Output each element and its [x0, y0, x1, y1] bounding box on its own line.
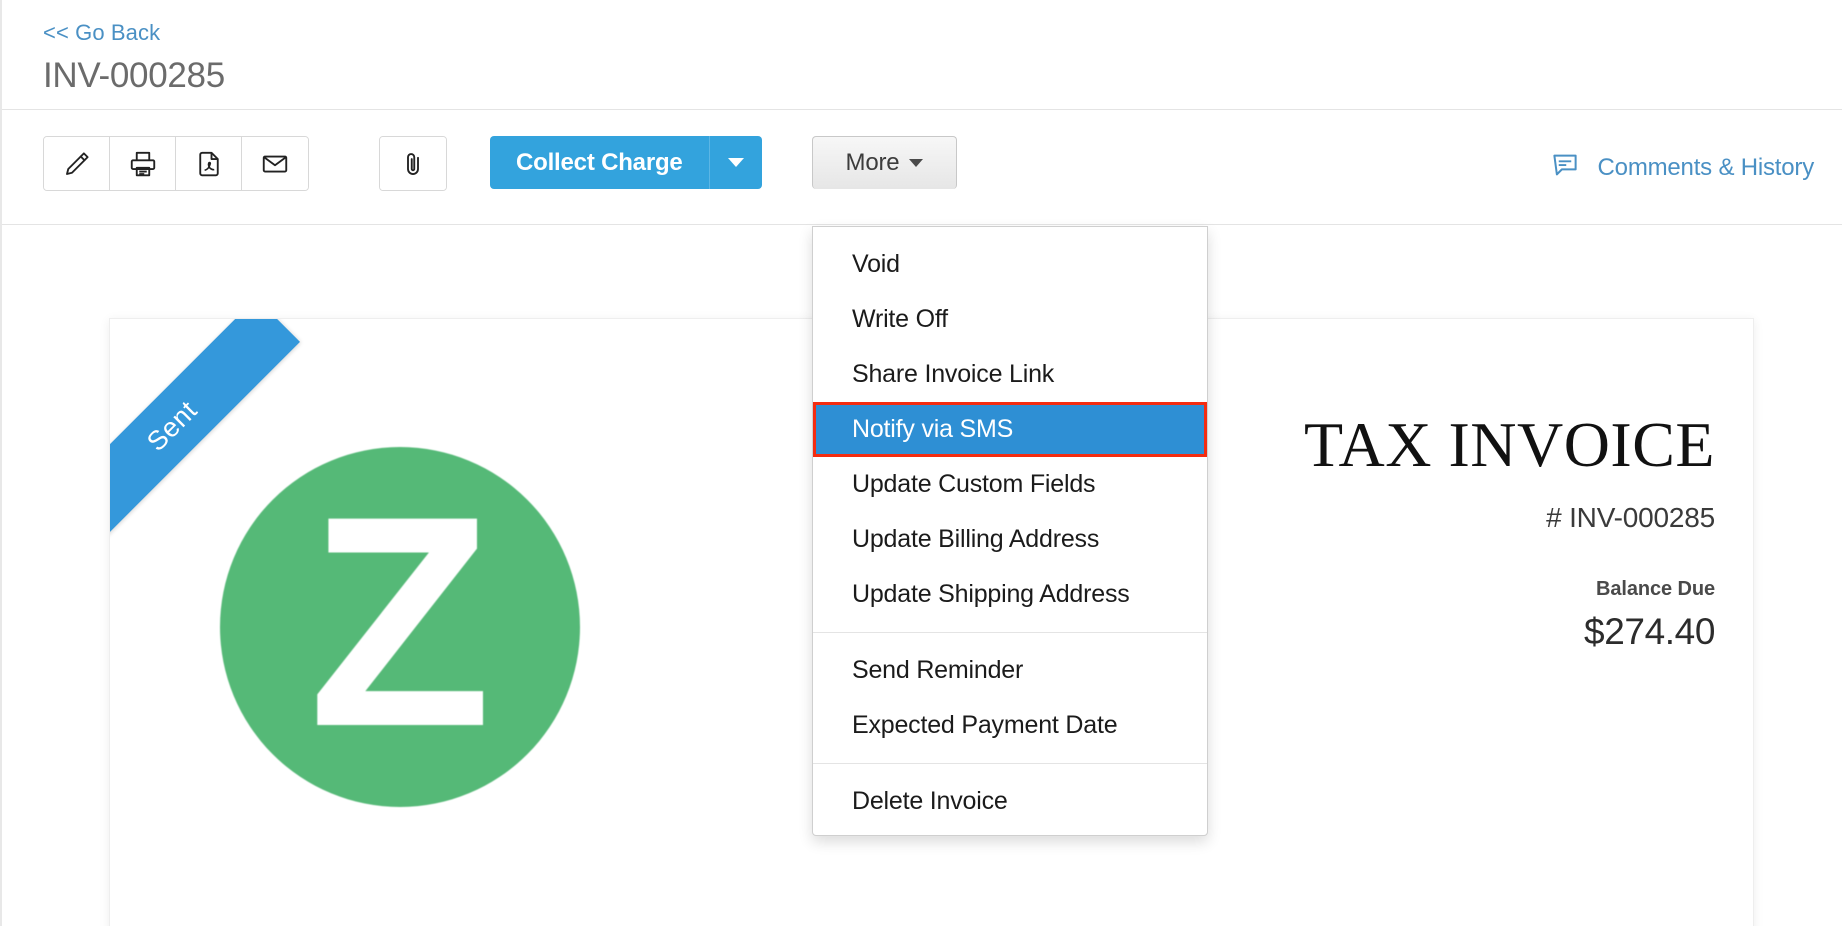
company-logo: Z	[220, 447, 580, 807]
comments-history-link[interactable]: Comments & History	[1550, 150, 1814, 185]
page-header: << Go Back INV-000285	[2, 0, 1842, 110]
collect-charge-split-button: Collect Charge	[490, 136, 762, 189]
balance-due-label: Balance Due	[1596, 578, 1715, 601]
ribbon-notch-left	[110, 463, 124, 479]
invoice-doc-number: # INV-000285	[1546, 502, 1715, 534]
page-title: INV-000285	[43, 56, 225, 95]
balance-due-amount: $274.40	[1584, 611, 1715, 653]
email-icon	[260, 149, 290, 179]
comment-icon	[1550, 150, 1580, 185]
document-actions-group	[43, 136, 309, 191]
attachment-button[interactable]	[380, 137, 446, 190]
email-button[interactable]	[242, 137, 308, 190]
comments-history-label: Comments & History	[1597, 153, 1815, 181]
collect-charge-button[interactable]: Collect Charge	[490, 136, 710, 189]
action-toolbar: Collect Charge More Comments & History	[2, 110, 1842, 225]
menu-item[interactable]: Void	[813, 237, 1207, 292]
menu-item[interactable]: Delete Invoice	[813, 774, 1207, 829]
more-button[interactable]: More	[812, 136, 957, 189]
invoice-detail-page: << Go Back INV-000285 Collect Charge Mor…	[0, 0, 1842, 926]
menu-item[interactable]: Share Invoice Link	[813, 347, 1207, 402]
pdf-button[interactable]	[176, 137, 242, 190]
more-button-label: More	[845, 149, 900, 176]
pdf-icon	[194, 149, 224, 179]
menu-item[interactable]: Send Reminder	[813, 643, 1207, 698]
menu-divider	[813, 763, 1207, 764]
edit-button[interactable]	[44, 137, 110, 190]
menu-item[interactable]: Expected Payment Date	[813, 698, 1207, 753]
attachment-group	[379, 136, 447, 191]
chevron-down-icon	[727, 158, 744, 167]
print-button[interactable]	[110, 137, 176, 190]
more-dropdown-menu: Void Write Off Share Invoice Link Notify vi…	[812, 226, 1208, 836]
chevron-down-icon	[909, 159, 924, 167]
menu-item[interactable]: Write Off	[813, 292, 1207, 347]
menu-item[interactable]: Update Billing Address	[813, 512, 1207, 567]
edit-icon	[62, 149, 92, 179]
menu-item[interactable]: Update Custom Fields	[813, 457, 1207, 512]
invoice-doc-title: TAX INVOICE	[1304, 409, 1715, 480]
status-badge: Sent	[140, 394, 203, 457]
logo-letter: Z	[308, 453, 492, 789]
menu-item[interactable]: Notify via SMS	[813, 402, 1207, 457]
print-icon	[128, 149, 158, 179]
collect-charge-dropdown-toggle[interactable]	[710, 136, 762, 189]
ribbon-notch-right	[254, 319, 270, 333]
menu-divider	[813, 632, 1207, 633]
paperclip-icon	[398, 149, 428, 179]
go-back-link[interactable]: << Go Back	[43, 20, 160, 46]
menu-item[interactable]: Update Shipping Address	[813, 567, 1207, 622]
invoice-heading-block: TAX INVOICE # INV-000285 Balance Due $27…	[1304, 411, 1715, 653]
